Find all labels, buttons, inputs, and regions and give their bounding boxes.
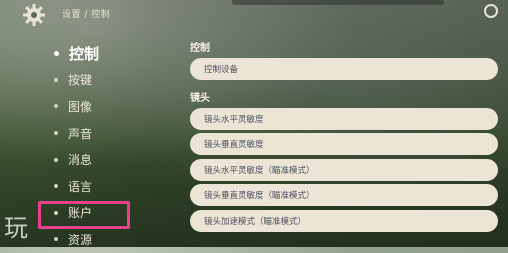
sidebar-item-keys[interactable]: 按键 <box>46 67 156 94</box>
account-highlight-box <box>38 201 130 229</box>
bullet-icon <box>54 237 58 242</box>
bullet-icon <box>54 104 58 109</box>
sidebar-item-controls[interactable]: 控制 <box>46 40 156 67</box>
bullet-icon <box>54 157 58 162</box>
header: 设置 / 控制 <box>0 0 508 32</box>
sidebar-item-label: 控制 <box>69 44 100 63</box>
top-scroll-bar <box>232 0 444 5</box>
sidebar-item-label: 声音 <box>68 126 93 141</box>
bullet-icon <box>54 77 58 82</box>
sidebar-item-label: 资源 <box>68 232 93 247</box>
setting-row-camera-vertical-sensitivity[interactable]: 镜头垂直灵敏度 <box>190 133 498 155</box>
bullet-icon <box>54 131 58 136</box>
sidebar-item-label: 按键 <box>68 73 93 88</box>
gear-icon[interactable] <box>22 3 46 27</box>
sidebar-item-audio[interactable]: 声音 <box>46 120 156 147</box>
sidebar-item-graphics[interactable]: 图像 <box>46 93 156 120</box>
sidebar-item-resources[interactable]: 资源 <box>46 226 156 253</box>
close-icon[interactable] <box>484 4 498 18</box>
setting-row-control-device[interactable]: 控制设备 <box>190 58 498 80</box>
setting-row-aim-vertical-sensitivity[interactable]: 镜头垂直灵敏度（瞄准模式） <box>190 184 498 206</box>
sidebar-item-label: 语言 <box>68 179 93 194</box>
settings-panel: 控制 控制设备 镜头 镜头水平灵敏度 镜头垂直灵敏度 镜头水平灵敏度（瞄准模式）… <box>190 40 508 235</box>
watermark: 玩 <box>4 214 28 242</box>
breadcrumb: 设置 / 控制 <box>62 10 111 20</box>
sidebar-item-label: 图像 <box>68 99 93 114</box>
setting-row-camera-horizontal-sensitivity[interactable]: 镜头水平灵敏度 <box>190 107 498 130</box>
setting-row-aim-acceleration-mode[interactable]: 镜头加速模式（瞄准模式） <box>190 209 498 232</box>
setting-row-aim-horizontal-sensitivity[interactable]: 镜头水平灵敏度（瞄准模式） <box>190 158 498 181</box>
bullet-icon <box>54 50 59 56</box>
sidebar-item-language[interactable]: 语言 <box>46 173 156 200</box>
sidebar-item-label: 消息 <box>68 153 93 168</box>
sidebar-item-messages[interactable]: 消息 <box>46 146 156 173</box>
bullet-icon <box>54 184 58 189</box>
section-title-controls: 控制 <box>190 43 210 54</box>
section-title-camera: 镜头 <box>190 92 210 104</box>
